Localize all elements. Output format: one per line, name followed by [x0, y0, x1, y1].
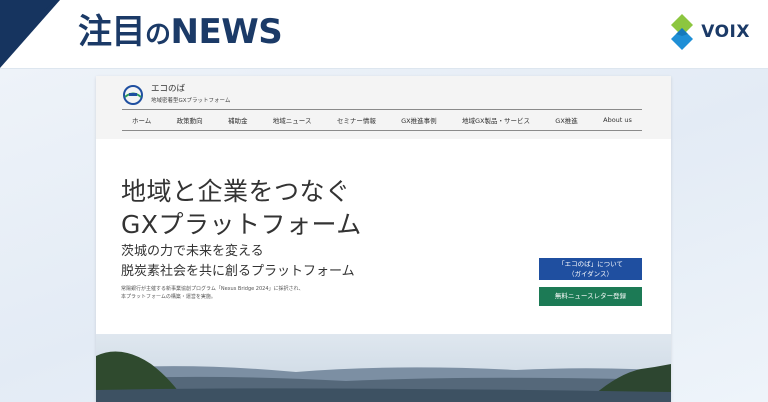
newsletter-button[interactable]: 無料ニュースレター登録 [539, 287, 642, 306]
voix-logo-icon [671, 14, 694, 50]
nav-subsidy[interactable]: 補助金 [228, 115, 248, 125]
hero-note-line2: 本プラットフォームの構築・運営を実施。 [121, 294, 216, 300]
site-tagline: 地域密着型GXプラットフォーム [151, 98, 231, 104]
nav-home[interactable]: ホーム [132, 115, 151, 125]
nav-gx-promotion[interactable]: GX推進 [555, 115, 578, 125]
headline-particle: の [145, 20, 171, 50]
article-header: 注目のNEWS VOIX [0, 0, 768, 69]
corner-decoration-small [42, 0, 56, 12]
headline-news: NEWS [170, 12, 283, 52]
headline: 注目のNEWS [78, 12, 283, 55]
site-name: エコのば [151, 84, 186, 94]
landscape-photo [96, 334, 671, 402]
guidance-button-line2: （ガイダンス） [567, 270, 614, 278]
hero-subtitle-line2: 脱炭素社会を共に創るプラットフォーム [121, 264, 355, 279]
headline-prefix: 注目 [78, 12, 146, 52]
nav-gx-products[interactable]: 地域GX製品・サービス [462, 115, 530, 125]
site-header: エコのば 地域密着型GXプラットフォーム ホーム 政策動向 補助金 地域ニュース… [96, 76, 671, 139]
hero-note-line1: 常陽銀行が主催する新事業協創プログラム「Nexus Bridge 2024」に採… [121, 286, 304, 292]
ecoba-logo-icon[interactable] [122, 84, 144, 106]
guidance-button-line1: 「エコのば」について [558, 260, 623, 268]
nav-policy[interactable]: 政策動向 [177, 115, 203, 125]
hero-note: 常陽銀行が主催する新事業協創プログラム「Nexus Bridge 2024」に採… [121, 285, 304, 301]
hero-subtitle: 茨城の力で未来を変える 脱炭素社会を共に創るプラットフォーム [121, 242, 355, 282]
hero-title-line1: 地域と企業をつなぐ [121, 177, 351, 206]
voix-brand[interactable]: VOIX [669, 14, 750, 50]
nav-seminar[interactable]: セミナー情報 [337, 115, 376, 125]
nav-local-news[interactable]: 地域ニュース [273, 115, 312, 125]
hero-title-line2: GXプラットフォーム [121, 210, 362, 239]
guidance-button[interactable]: 「エコのば」について （ガイダンス） [539, 258, 642, 280]
nav-about[interactable]: About us [603, 116, 632, 124]
nav-gx-cases[interactable]: GX推進事例 [401, 115, 437, 125]
hero-title: 地域と企業をつなぐ GXプラットフォーム [121, 175, 362, 241]
hero-subtitle-line1: 茨城の力で未来を変える [121, 244, 264, 259]
website-screenshot: エコのば 地域密着型GXプラットフォーム ホーム 政策動向 補助金 地域ニュース… [96, 76, 671, 402]
site-nav: ホーム 政策動向 補助金 地域ニュース セミナー情報 GX推進事例 地域GX製品… [122, 109, 642, 131]
voix-brand-text: VOIX [701, 22, 750, 42]
